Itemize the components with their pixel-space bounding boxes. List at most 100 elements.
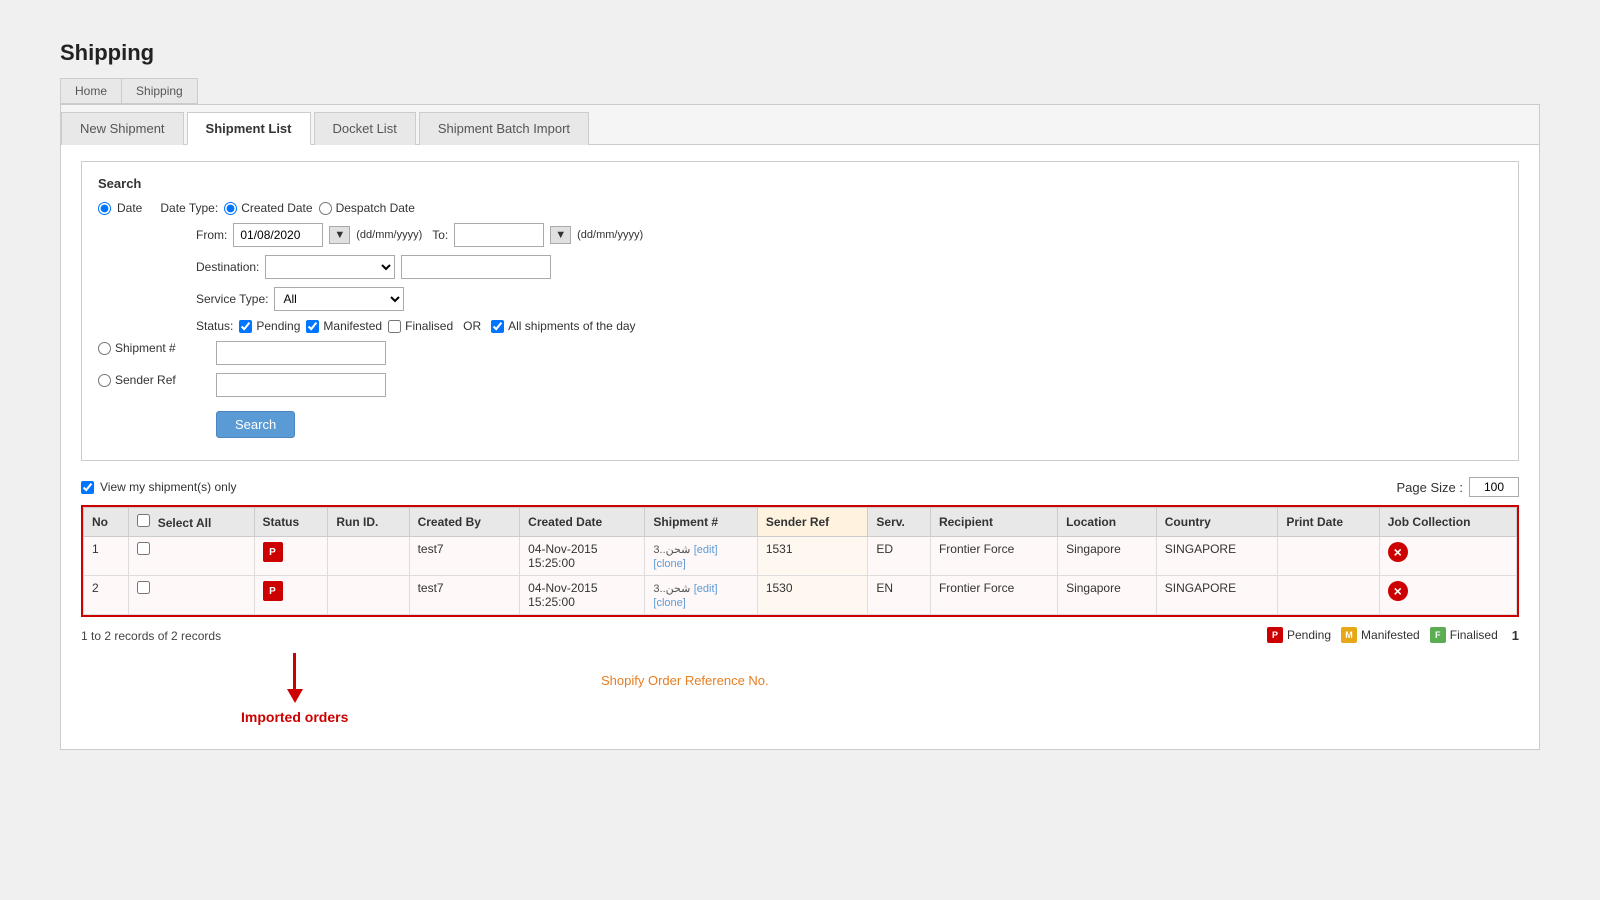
search-row-status: Status: Pending Manifested Finalised xyxy=(98,319,1502,333)
manifested-checkbox-label[interactable]: Manifested xyxy=(306,319,382,333)
radio-sender-ref[interactable] xyxy=(98,374,111,387)
radio-created-date[interactable] xyxy=(224,202,237,215)
view-my-shipments-label[interactable]: View my shipment(s) only xyxy=(81,480,237,494)
pagination-number[interactable]: 1 xyxy=(1512,628,1519,643)
cell-serv-2: EN xyxy=(868,576,931,615)
row-checkbox-2[interactable] xyxy=(137,581,150,594)
edit-link-1[interactable]: [edit] xyxy=(694,544,718,556)
cell-shipment-hash-1: شحن..3 [edit] [clone] xyxy=(645,537,757,576)
despatch-date-text: Despatch Date xyxy=(336,201,415,215)
radio-shipment[interactable] xyxy=(98,342,111,355)
cell-created-date-1: 04-Nov-2015 15:25:00 xyxy=(520,537,645,576)
delete-button-2[interactable]: × xyxy=(1388,581,1408,601)
from-date-input[interactable] xyxy=(233,223,323,247)
service-type-select[interactable]: All xyxy=(274,287,404,311)
shipment-hash-input[interactable] xyxy=(216,341,386,365)
shipment-ref-2: شحن..3 xyxy=(653,583,690,595)
edit-link-2[interactable]: [edit] xyxy=(694,583,718,595)
finalised-checkbox-label[interactable]: Finalised xyxy=(388,319,453,333)
delete-button-1[interactable]: × xyxy=(1388,542,1408,562)
radio-created-date-label[interactable]: Created Date xyxy=(224,201,312,215)
table-row: 1 P test7 04-Nov-2015 15:25:00 شح xyxy=(84,537,1517,576)
cell-location-1: Singapore xyxy=(1058,537,1157,576)
legend-finalised-label: Finalised xyxy=(1450,628,1498,642)
radio-date-label: Date xyxy=(117,201,142,215)
cell-checkbox-1[interactable] xyxy=(129,537,254,576)
pending-text: Pending xyxy=(256,319,300,333)
view-my-shipments-checkbox[interactable] xyxy=(81,481,94,494)
search-row-shipment-hash: Shipment # xyxy=(98,341,1502,365)
col-created-by: Created By xyxy=(409,508,520,537)
cell-job-collection-2[interactable]: × xyxy=(1379,576,1516,615)
v-icon-to[interactable]: ▼ xyxy=(550,226,571,244)
cell-checkbox-2[interactable] xyxy=(129,576,254,615)
row-checkbox-1[interactable] xyxy=(137,542,150,555)
col-print-date: Print Date xyxy=(1278,508,1379,537)
cell-status-1: P xyxy=(254,537,328,576)
radio-shipment-label[interactable]: Shipment # xyxy=(98,341,208,355)
all-shipments-label[interactable]: All shipments of the day xyxy=(491,319,635,333)
cell-location-2: Singapore xyxy=(1058,576,1157,615)
col-no: No xyxy=(84,508,129,537)
radio-date[interactable] xyxy=(98,202,111,215)
col-status: Status xyxy=(254,508,328,537)
breadcrumb-shipping[interactable]: Shipping xyxy=(121,78,198,104)
col-shipment-hash: Shipment # xyxy=(645,508,757,537)
tab-new-shipment[interactable]: New Shipment xyxy=(61,112,184,145)
all-shipments-checkbox[interactable] xyxy=(491,320,504,333)
col-job-collection: Job Collection xyxy=(1379,508,1516,537)
table-header-row: No Select All Status Run ID. Created By … xyxy=(84,508,1517,537)
destination-select[interactable] xyxy=(265,255,395,279)
finalised-text: Finalised xyxy=(405,319,453,333)
tab-docket-list[interactable]: Docket List xyxy=(314,112,416,145)
service-type-controls: Service Type: All xyxy=(196,287,404,311)
breadcrumb: Home Shipping xyxy=(60,78,1540,104)
date-type-label: Date Type: xyxy=(160,201,218,215)
destination-text-input[interactable] xyxy=(401,255,551,279)
pending-checkbox[interactable] xyxy=(239,320,252,333)
breadcrumb-home[interactable]: Home xyxy=(60,78,121,104)
page-size-label: Page Size : xyxy=(1397,480,1464,495)
col-country: Country xyxy=(1156,508,1278,537)
tab-shipment-batch-import[interactable]: Shipment Batch Import xyxy=(419,112,589,145)
search-button[interactable]: Search xyxy=(216,411,295,438)
to-date-input[interactable] xyxy=(454,223,544,247)
shipment-table: No Select All Status Run ID. Created By … xyxy=(83,507,1517,615)
tabs-bar: New Shipment Shipment List Docket List S… xyxy=(61,105,1539,145)
or-label: OR xyxy=(463,319,481,333)
cell-recipient-2: Frontier Force xyxy=(930,576,1057,615)
created-date-text: Created Date xyxy=(241,201,312,215)
legend-pending-label: Pending xyxy=(1287,628,1331,642)
cell-no-2: 2 xyxy=(84,576,129,615)
content-area: Search Date Date Type: Created Date xyxy=(61,145,1539,749)
imported-orders-annotation: Imported orders xyxy=(241,653,348,725)
col-created-date: Created Date xyxy=(520,508,645,537)
cell-created-by-2: test7 xyxy=(409,576,520,615)
select-all-checkbox[interactable] xyxy=(137,514,150,527)
clone-link-1[interactable]: [clone] xyxy=(653,558,685,570)
cell-print-date-2 xyxy=(1278,576,1379,615)
clone-link-2[interactable]: [clone] xyxy=(653,597,685,609)
page-size-input[interactable] xyxy=(1469,477,1519,497)
finalised-checkbox[interactable] xyxy=(388,320,401,333)
radio-despatch-date-label[interactable]: Despatch Date xyxy=(319,201,415,215)
col-select-all[interactable]: Select All xyxy=(129,508,254,537)
shopify-ref-annotation: Shopify Order Reference No. xyxy=(601,673,769,688)
col-serv: Serv. xyxy=(868,508,931,537)
cell-job-collection-1[interactable]: × xyxy=(1379,537,1516,576)
pending-checkbox-label[interactable]: Pending xyxy=(239,319,300,333)
legend-pagination: P Pending M Manifested F Finalised 1 xyxy=(1267,627,1519,643)
radio-despatch-date[interactable] xyxy=(319,202,332,215)
main-panel: New Shipment Shipment List Docket List S… xyxy=(60,104,1540,750)
manifested-checkbox[interactable] xyxy=(306,320,319,333)
tab-shipment-list[interactable]: Shipment List xyxy=(187,112,311,145)
col-sender-ref: Sender Ref xyxy=(757,508,868,537)
cell-runid-2 xyxy=(328,576,409,615)
v-icon-from[interactable]: ▼ xyxy=(329,226,350,244)
cell-sender-ref-1: 1531 xyxy=(757,537,868,576)
radio-sender-ref-label[interactable]: Sender Ref xyxy=(98,373,208,387)
sender-ref-input[interactable] xyxy=(216,373,386,397)
table-footer: 1 to 2 records of 2 records P Pending M … xyxy=(81,627,1519,643)
created-date-val-2: 04-Nov-2015 15:25:00 xyxy=(528,581,597,609)
records-text: 1 to 2 records of 2 records xyxy=(81,629,221,643)
